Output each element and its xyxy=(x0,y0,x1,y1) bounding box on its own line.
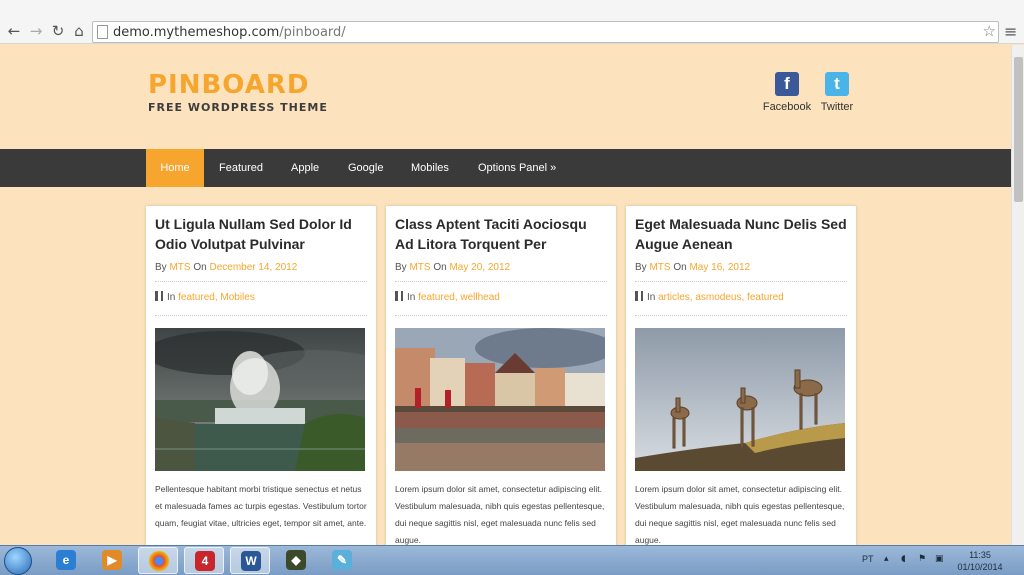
nav-item-featured[interactable]: Featured xyxy=(204,149,278,187)
by-label: By xyxy=(395,262,407,273)
main-nav: Home Featured Apple Google Mobiles Optio… xyxy=(0,149,1011,187)
book-icon xyxy=(395,291,403,301)
clock-time: 11:35 xyxy=(969,550,991,560)
on-label: On xyxy=(433,262,447,273)
twitter-label: Twitter xyxy=(820,101,854,113)
post-card: Eget Malesuada Nunc Delis Sed Augue Aene… xyxy=(626,206,856,545)
post-card: Class Aptent Taciti Aociosqu Ad Litora T… xyxy=(386,206,616,545)
on-label: On xyxy=(673,262,687,273)
back-arrow-icon[interactable]: ← xyxy=(5,22,23,40)
post-title[interactable]: Ut Ligula Nullam Sed Dolor Id Odio Volut… xyxy=(155,214,367,254)
post-meta: By MTS On May 16, 2012 xyxy=(635,262,847,282)
post-meta: By MTS On May 20, 2012 xyxy=(395,262,607,282)
post-categories: In featured, wellhead xyxy=(395,291,607,316)
flag-icon[interactable]: ⚑ xyxy=(918,554,926,564)
post-categories: In featured, Mobiles xyxy=(155,291,367,316)
url-host: demo.mythemeshop.com xyxy=(113,25,280,40)
word-icon[interactable]: W xyxy=(230,547,270,574)
facebook-icon: f xyxy=(775,72,799,96)
pdf-icon[interactable]: 4 xyxy=(184,547,224,574)
post-date[interactable]: May 16, 2012 xyxy=(689,262,750,273)
windows-start-icon[interactable] xyxy=(4,547,32,575)
post-thumbnail[interactable] xyxy=(635,328,845,471)
chrome-icon[interactable] xyxy=(138,547,178,574)
internet-explorer-icon[interactable]: e xyxy=(46,547,86,574)
notepad-icon[interactable]: ✎ xyxy=(322,547,362,574)
nav-item-mobiles[interactable]: Mobiles xyxy=(396,149,464,187)
language-indicator[interactable]: PT xyxy=(862,554,874,564)
url-text: demo.mythemeshop.com/pinboard/ xyxy=(113,25,346,40)
post-meta: By MTS On December 14, 2012 xyxy=(155,262,367,282)
book-icon xyxy=(635,291,643,301)
on-label: On xyxy=(193,262,207,273)
menu-icon[interactable]: ≡ xyxy=(1004,22,1017,41)
by-label: By xyxy=(635,262,647,273)
post-author[interactable]: MTS xyxy=(649,262,670,273)
post-date[interactable]: May 20, 2012 xyxy=(449,262,510,273)
post-excerpt: Lorem ipsum dolor sit amet, consectetur … xyxy=(395,484,605,545)
post-thumbnail[interactable] xyxy=(395,328,605,471)
site-logo[interactable]: PINBOARD xyxy=(148,70,309,100)
post-excerpt: Lorem ipsum dolor sit amet, consectetur … xyxy=(635,484,845,545)
browser-toolbar: ← → ↻ ⌂ demo.mythemeshop.com/pinboard/ ☆… xyxy=(0,0,1024,44)
book-icon xyxy=(155,291,163,301)
in-label: In xyxy=(167,292,176,303)
game-icon[interactable]: ◆ xyxy=(276,547,316,574)
post-card: Ut Ligula Nullam Sed Dolor Id Odio Volut… xyxy=(146,206,376,545)
nav-item-options-panel[interactable]: Options Panel » xyxy=(463,149,571,187)
post-author[interactable]: MTS xyxy=(169,262,190,273)
category-links[interactable]: featured, Mobiles xyxy=(178,292,255,303)
star-icon[interactable]: ☆ xyxy=(983,22,996,40)
forward-arrow-icon[interactable]: → xyxy=(27,22,45,40)
post-excerpt: Pellentesque habitant morbi tristique se… xyxy=(155,484,367,528)
reload-icon[interactable]: ↻ xyxy=(49,22,67,40)
tray-expand-icon[interactable]: ▴ xyxy=(884,554,889,564)
category-links[interactable]: featured, wellhead xyxy=(418,292,500,303)
page-icon xyxy=(97,25,108,39)
post-author[interactable]: MTS xyxy=(409,262,430,273)
in-label: In xyxy=(407,292,416,303)
volume-icon[interactable]: ◖ xyxy=(901,554,906,564)
in-label: In xyxy=(647,292,656,303)
nav-item-google[interactable]: Google xyxy=(333,149,398,187)
nav-item-apple[interactable]: Apple xyxy=(276,149,334,187)
clock-date: 01/10/2014 xyxy=(957,562,1003,572)
twitter-icon: t xyxy=(825,72,849,96)
post-title[interactable]: Class Aptent Taciti Aociosqu Ad Litora T… xyxy=(395,214,607,254)
page-scrollbar[interactable] xyxy=(1011,45,1024,545)
scrollbar-thumb[interactable] xyxy=(1014,57,1023,202)
post-title[interactable]: Eget Malesuada Nunc Delis Sed Augue Aene… xyxy=(635,214,847,254)
twitter-link[interactable]: t Twitter xyxy=(807,72,867,113)
site-tagline: FREE WORDPRESS THEME xyxy=(148,101,328,114)
home-icon[interactable]: ⌂ xyxy=(70,22,88,40)
media-player-icon[interactable]: ▶ xyxy=(92,547,132,574)
post-thumbnail[interactable] xyxy=(155,328,365,471)
url-path: /pinboard/ xyxy=(279,25,346,40)
category-links[interactable]: articles, asmodeus, featured xyxy=(658,292,784,303)
system-clock[interactable]: 11:35 01/10/2014 xyxy=(955,549,1005,573)
post-categories: In articles, asmodeus, featured xyxy=(635,291,847,316)
taskbar: e ▶ 4 W ◆ ✎ PT ▴ ◖ ⚑ ▣ 11:35 01/10/2014 xyxy=(0,545,1024,575)
web-page: PINBOARD FREE WORDPRESS THEME f Facebook… xyxy=(0,45,1011,545)
network-icon[interactable]: ▣ xyxy=(935,554,944,564)
nav-item-home[interactable]: Home xyxy=(146,149,204,187)
by-label: By xyxy=(155,262,167,273)
post-date[interactable]: December 14, 2012 xyxy=(209,262,297,273)
address-bar[interactable]: demo.mythemeshop.com/pinboard/ ☆ xyxy=(92,21,999,43)
